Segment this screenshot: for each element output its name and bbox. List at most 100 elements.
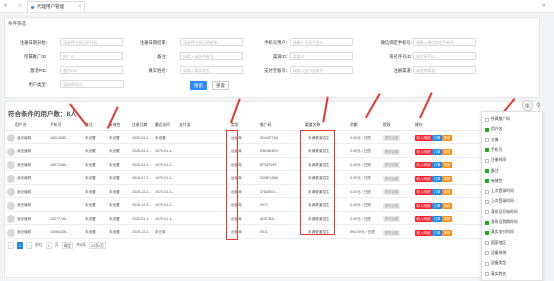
update-button[interactable]: 更新 [442, 162, 452, 168]
filter-input[interactable]: 请选择渠道 [413, 66, 476, 74]
withdraw-setting-tag[interactable]: 提现设置 [383, 175, 400, 182]
orders-button[interactable]: 订单 [432, 202, 442, 209]
back-icon[interactable]: « [4, 3, 7, 9]
column-toggle-item[interactable]: 有效性 [485, 178, 502, 185]
checkbox[interactable] [485, 261, 489, 266]
filter-input[interactable]: 请输入支付宝账号 [290, 66, 353, 74]
update-button[interactable]: 更新 [442, 229, 452, 236]
column-header[interactable]: 操作 [415, 123, 423, 128]
filter-input[interactable]: 渠道ID [290, 52, 353, 60]
columns-toggle-icon[interactable]: ▥ [522, 100, 533, 111]
checkbox[interactable] [485, 189, 489, 194]
column-toggle-item[interactable]: 头像 [485, 137, 499, 144]
reset-button[interactable]: 重置 [212, 81, 229, 90]
column-header[interactable]: 渠道名称 [305, 123, 320, 128]
table-row[interactable]: 我无偏胖 未设置 未设置 2019-07-2... 1970-01-1... 运营商 D2D… [5, 173, 485, 185]
withdraw-setting-tag[interactable]: 提现设置 [383, 216, 400, 222]
orders-button[interactable]: 订单 [432, 189, 442, 195]
checkbox[interactable] [485, 230, 489, 235]
table-row[interactable]: 我无偏胖 13084236... 未设置 未设置 2019-12-2... 未记录 运营商 0… [5, 227, 485, 239]
column-header[interactable]: 最近访问 [155, 123, 170, 128]
home-icon[interactable]: ⌂ [18, 3, 22, 9]
search-button[interactable]: 搜索 [190, 81, 207, 90]
orders-button[interactable]: 订单 [432, 162, 442, 168]
table-row[interactable]: 我无偏胖 18014083... 未设置 未设置 2020-03-2... 未设置 运营商 9… [5, 132, 485, 144]
filter-input[interactable]: 请选择注册日期结束 [180, 38, 243, 46]
filter-input[interactable]: 请输入手机号用户 [290, 38, 353, 46]
column-header[interactable]: 推广码 [260, 123, 271, 128]
filter-input[interactable]: 排名序号ID [413, 52, 476, 60]
income-detail-button[interactable]: 收入明细 [415, 135, 432, 141]
column-toggle-item[interactable]: 设备系统 [485, 250, 506, 257]
orders-button[interactable]: 订单 [432, 216, 442, 222]
checkbox[interactable] [485, 272, 489, 276]
filter-input[interactable]: 推广ID [60, 52, 123, 60]
column-header[interactable]: 类型 [231, 123, 239, 128]
column-toggle-item[interactable]: 身份证到期时间 [485, 219, 518, 226]
close-icon[interactable]: × [78, 4, 81, 10]
update-button[interactable]: 更新 [442, 189, 452, 195]
withdraw-setting-tag[interactable]: 提现设置 [383, 162, 400, 168]
income-detail-button[interactable]: 收入明细 [415, 202, 432, 209]
income-detail-button[interactable]: 收入明细 [415, 216, 432, 222]
update-button[interactable]: 更新 [442, 216, 452, 222]
update-button[interactable]: 更新 [442, 135, 452, 141]
column-toggle-item[interactable]: 真实支付时间 [485, 229, 514, 236]
orders-button[interactable]: 订单 [432, 135, 442, 141]
column-toggle-item[interactable]: 上次登录时间 [485, 188, 514, 195]
prev-page-button[interactable]: ‹ [8, 242, 14, 249]
page-size-select[interactable]: 20条/页 [88, 242, 106, 249]
column-header[interactable]: 提现 [383, 123, 391, 128]
column-header[interactable]: 支付宝 [179, 123, 190, 128]
column-toggle-item[interactable]: 上次登录时间 [485, 198, 514, 205]
update-button[interactable]: 更新 [442, 202, 452, 209]
column-header[interactable]: 注册日期 [132, 123, 147, 128]
column-toggle-item[interactable]: 身份证开始时间 [485, 209, 518, 216]
forward-icon[interactable]: » [542, 3, 545, 9]
filter-input[interactable]: 请选择注册日期开始 [60, 38, 123, 46]
column-toggle-item[interactable]: 设备类型 [485, 260, 506, 267]
checkbox[interactable] [485, 158, 489, 163]
page-input[interactable]: 1 [45, 242, 52, 249]
withdraw-setting-tag[interactable]: 提现设置 [383, 189, 400, 195]
orders-button[interactable]: 订单 [432, 229, 442, 236]
checkbox[interactable] [485, 220, 489, 225]
income-detail-button[interactable]: 收入明细 [415, 175, 432, 182]
column-toggle-item[interactable]: 注册时间 [485, 157, 506, 164]
column-toggle-item[interactable]: 备注 [485, 168, 499, 175]
filter-input[interactable]: 请输入微信绑定手机号 [413, 38, 476, 46]
income-detail-button[interactable]: 收入明细 [415, 229, 432, 236]
column-toggle-item[interactable]: 手机号 [485, 147, 502, 154]
checkbox[interactable] [485, 127, 489, 132]
checkbox[interactable] [485, 199, 489, 204]
income-detail-button[interactable]: 收入明细 [415, 189, 432, 195]
withdraw-setting-tag[interactable]: 提现设置 [383, 229, 400, 236]
search-icon[interactable]: ⚲ [536, 102, 540, 109]
table-row[interactable]: 我无偏胖 13277746... 未设置 未设置 2020-01-1... 1970-01… [5, 213, 485, 225]
page-number[interactable]: 1 [17, 242, 24, 249]
table-row[interactable]: 我无偏胖 未设置 未设置 2020-03-1... 1970-01-1... 运营商 E6E… [5, 146, 485, 158]
table-row[interactable]: 我无偏胖 18973160... 未设置 未设置 2020-03-1... 1970-01… [5, 159, 485, 171]
table-row[interactable]: 我无偏胖 未设置 未设置 2019-12-3... 1970-01-1... 运营商 007… [5, 200, 485, 212]
withdraw-setting-tag[interactable]: 提现设置 [383, 202, 400, 209]
filter-input[interactable]: 请输入或选择备注 [180, 52, 243, 60]
checkbox[interactable] [485, 148, 489, 153]
next-page-button[interactable]: › [26, 242, 33, 249]
column-toggle-item[interactable]: 真实姓名 [485, 271, 506, 278]
column-header[interactable]: 手机号 [50, 123, 61, 128]
orders-button[interactable]: 订单 [432, 148, 442, 155]
column-header[interactable]: 余额 [350, 123, 358, 128]
orders-button[interactable]: 订单 [432, 175, 442, 182]
column-toggle-item[interactable]: 用户名 [485, 126, 502, 133]
confirm-button[interactable]: 确定 [61, 242, 74, 249]
column-toggle-item[interactable]: 国家地区 [485, 240, 506, 247]
checkbox[interactable] [485, 169, 489, 173]
checkbox[interactable] [485, 138, 489, 143]
checkbox[interactable] [485, 241, 489, 246]
column-toggle-item[interactable]: 所属推广码 [485, 116, 510, 123]
checkbox[interactable] [485, 179, 489, 184]
filter-input[interactable]: 请选择身份 [60, 80, 124, 88]
tab-agent-users[interactable]: 代理用户管理 × [27, 1, 85, 12]
filter-input[interactable]: 请输入真实姓名 [180, 66, 243, 74]
update-button[interactable]: 更新 [442, 148, 452, 155]
